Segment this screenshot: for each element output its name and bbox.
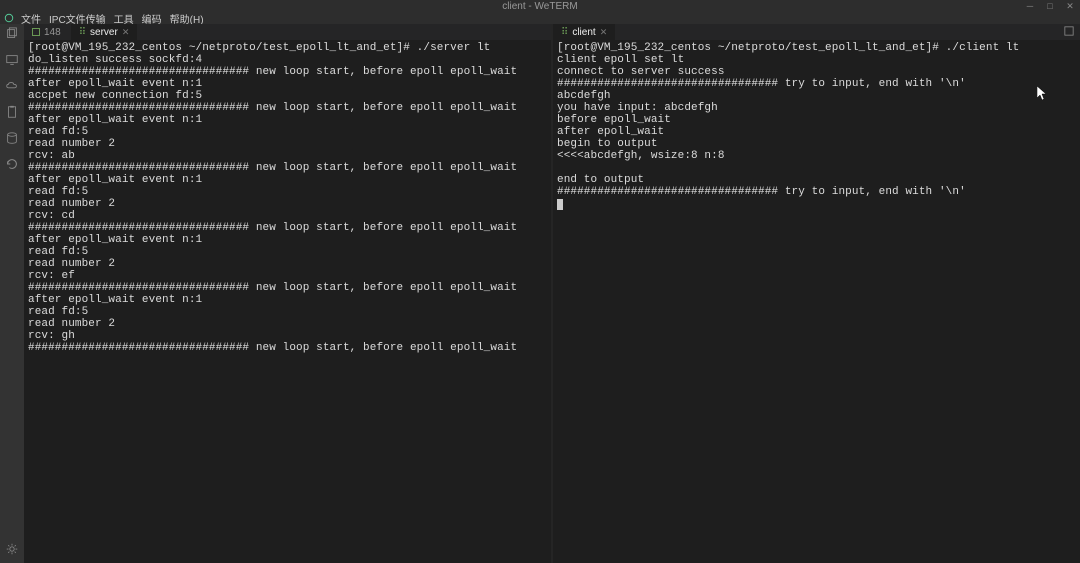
minimize-button[interactable]: ─ — [1020, 0, 1040, 12]
sidebar — [0, 24, 24, 563]
menubar: 文件 IPC文件传输 工具 编码 帮助(H) — [0, 12, 1080, 24]
right-pane: ⠿ client ✕ [root@VM_195_232_centos ~/net… — [553, 24, 1080, 563]
client-output: [root@VM_195_232_centos ~/netproto/test_… — [557, 42, 1019, 198]
tab-148[interactable]: 148 — [24, 24, 69, 40]
close-button[interactable]: ✕ — [1060, 0, 1080, 12]
client-terminal[interactable]: [root@VM_195_232_centos ~/netproto/test_… — [553, 40, 1080, 563]
tab-label: client — [572, 27, 595, 38]
terminal-tab-icon: ⠿ — [79, 27, 86, 38]
refresh-icon[interactable] — [4, 156, 20, 172]
window-controls: ─ □ ✕ — [1020, 0, 1080, 12]
terminal-tab-icon — [32, 28, 40, 36]
app-logo-icon — [4, 13, 14, 23]
tab-label: server — [90, 27, 118, 38]
right-tabbar: ⠿ client ✕ — [553, 24, 1080, 40]
expand-icon[interactable] — [1064, 26, 1080, 39]
clipboard-icon[interactable] — [4, 104, 20, 120]
tab-server[interactable]: ⠿ server ✕ — [71, 24, 138, 40]
window-title: client - WeTERM — [502, 1, 577, 12]
maximize-button[interactable]: □ — [1040, 0, 1060, 12]
monitor-icon[interactable] — [4, 52, 20, 68]
left-pane: 148 ⠿ server ✕ [root@VM_195_232_centos ~… — [24, 24, 551, 563]
tab-client[interactable]: ⠿ client ✕ — [553, 24, 615, 40]
close-icon[interactable]: ✕ — [600, 27, 608, 38]
server-terminal[interactable]: [root@VM_195_232_centos ~/netproto/test_… — [24, 40, 551, 563]
settings-icon[interactable] — [4, 541, 20, 557]
copy-icon[interactable] — [4, 26, 20, 42]
cloud-icon[interactable] — [4, 78, 20, 94]
cursor — [557, 199, 563, 210]
terminal-tab-icon: ⠿ — [561, 27, 568, 38]
main: 148 ⠿ server ✕ [root@VM_195_232_centos ~… — [0, 24, 1080, 563]
left-tabbar: 148 ⠿ server ✕ — [24, 24, 551, 40]
panes: 148 ⠿ server ✕ [root@VM_195_232_centos ~… — [24, 24, 1080, 563]
tab-label: 148 — [44, 27, 61, 38]
close-icon[interactable]: ✕ — [122, 27, 130, 38]
database-icon[interactable] — [4, 130, 20, 146]
